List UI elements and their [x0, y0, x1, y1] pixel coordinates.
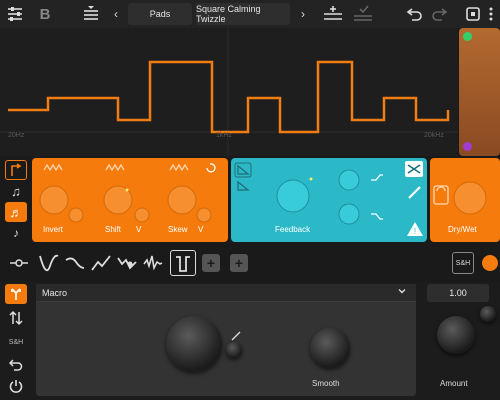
- shape-random-icon[interactable]: [114, 250, 140, 276]
- preset-list-icon[interactable]: [80, 3, 102, 25]
- macro-mod-indicator: [231, 331, 241, 341]
- tune-sliders-icon[interactable]: [4, 3, 26, 25]
- amount-mod-knob[interactable]: [480, 306, 496, 322]
- skew-knob[interactable]: [168, 186, 196, 214]
- sample-hold-side-label[interactable]: S&H: [5, 332, 27, 352]
- freq-label-high: 20kHz: [424, 132, 444, 139]
- feedback-upper-knob[interactable]: [339, 170, 359, 190]
- amount-label: Amount: [440, 379, 468, 388]
- shape-zigzag-icon[interactable]: [88, 250, 114, 276]
- shuffle-icon[interactable]: [403, 160, 425, 180]
- swap-vertical-icon[interactable]: [5, 308, 27, 328]
- power-icon[interactable]: [5, 376, 27, 396]
- macro-panel: Macro Smooth: [36, 284, 416, 396]
- notes-icon[interactable]: ♬: [5, 202, 27, 222]
- drywet-label: Dry/Wet: [448, 225, 477, 234]
- feedback-graphics: !: [234, 161, 423, 236]
- note-icon[interactable]: ♫: [5, 181, 27, 201]
- invert-mod-knob[interactable]: [69, 208, 83, 222]
- feedback-lower-knob[interactable]: [339, 204, 359, 224]
- feedback-mode-1-icon[interactable]: [233, 161, 253, 179]
- shape-curve-icon[interactable]: [62, 250, 88, 276]
- add-shape-button-2[interactable]: +: [230, 254, 248, 272]
- more-menu-icon[interactable]: [480, 3, 500, 25]
- reset-icon[interactable]: [5, 354, 27, 374]
- smooth-knob[interactable]: [310, 328, 350, 368]
- amount-knob[interactable]: [437, 316, 475, 354]
- shift-mod-knob[interactable]: [135, 208, 149, 222]
- shape-sine-icon[interactable]: [36, 250, 62, 276]
- invert-knob[interactable]: [40, 186, 68, 214]
- skew-label: Skew: [168, 225, 188, 234]
- feedback-label: Feedback: [275, 225, 311, 234]
- next-preset-icon[interactable]: ›: [292, 3, 314, 25]
- macro-dropdown-value: Macro: [42, 287, 68, 298]
- checkmark-save-icon[interactable]: [352, 3, 374, 25]
- drywet-knob[interactable]: [454, 182, 486, 214]
- side-tabs-bottom: S&H: [5, 284, 29, 397]
- warning-icon[interactable]: [403, 220, 425, 240]
- feedback-knob[interactable]: [277, 180, 309, 212]
- xy-pad-top-dot[interactable]: [463, 32, 472, 41]
- undo-icon[interactable]: [404, 3, 426, 25]
- top-toolbar: B ‹ Pads Square Calming Twizzle ›: [0, 0, 500, 28]
- split-icon[interactable]: [5, 284, 27, 304]
- link-route-icon[interactable]: [6, 250, 32, 276]
- xy-pad[interactable]: [459, 28, 500, 156]
- xy-pad-bottom-dot[interactable]: [463, 142, 472, 151]
- side-tabs-top: ♫ ♬ ♪: [5, 160, 29, 244]
- feedback-mode-2-icon[interactable]: [233, 179, 253, 197]
- list-add-icon[interactable]: [322, 3, 344, 25]
- macro-dropdown[interactable]: Macro: [36, 284, 416, 302]
- drywet-panel: Dry/Wet: [430, 158, 500, 242]
- active-indicator-dot[interactable]: [482, 255, 498, 271]
- shape-noise-icon[interactable]: [140, 250, 166, 276]
- waveform-display[interactable]: 20Hz 1kHz 20kHz: [0, 28, 458, 156]
- shift-suffix[interactable]: V: [136, 225, 141, 234]
- freq-label-low: 20Hz: [8, 132, 25, 139]
- feedback-panel: ! Feedback: [231, 158, 427, 242]
- macro-section: S&H Macro Smooth 1.00 Amount: [0, 282, 500, 400]
- macro-main-knob[interactable]: [166, 316, 222, 372]
- waveshaper-panel: Invert Shift V Skew V: [32, 158, 228, 242]
- pitch-note-icon[interactable]: ♪: [5, 223, 27, 243]
- macro-value-field[interactable]: 1.00: [427, 284, 489, 302]
- smooth-label: Smooth: [312, 379, 340, 388]
- redo-icon[interactable]: [428, 3, 450, 25]
- sample-hold-toggle[interactable]: S&H: [452, 252, 474, 274]
- freq-label-mid: 1kHz: [216, 132, 232, 139]
- lock-icon[interactable]: [432, 184, 450, 206]
- shift-knob[interactable]: [104, 186, 132, 214]
- category-selector[interactable]: Pads: [128, 3, 192, 25]
- skew-mod-knob[interactable]: [197, 208, 211, 222]
- pen-icon[interactable]: [403, 184, 425, 204]
- shape-selector-row: + + S&H: [0, 244, 500, 282]
- invert-label: Invert: [43, 225, 64, 234]
- routing-icon[interactable]: [5, 160, 27, 180]
- add-shape-button-1[interactable]: +: [202, 254, 220, 272]
- preset-name-field[interactable]: Square Calming Twizzle: [196, 3, 290, 25]
- previous-preset-icon[interactable]: ‹: [105, 3, 127, 25]
- bold-b-button[interactable]: B: [34, 3, 56, 25]
- chevron-down-icon: [398, 287, 406, 297]
- shift-label: Shift: [105, 225, 122, 234]
- skew-suffix[interactable]: V: [198, 225, 203, 234]
- shape-square-icon[interactable]: [170, 250, 196, 276]
